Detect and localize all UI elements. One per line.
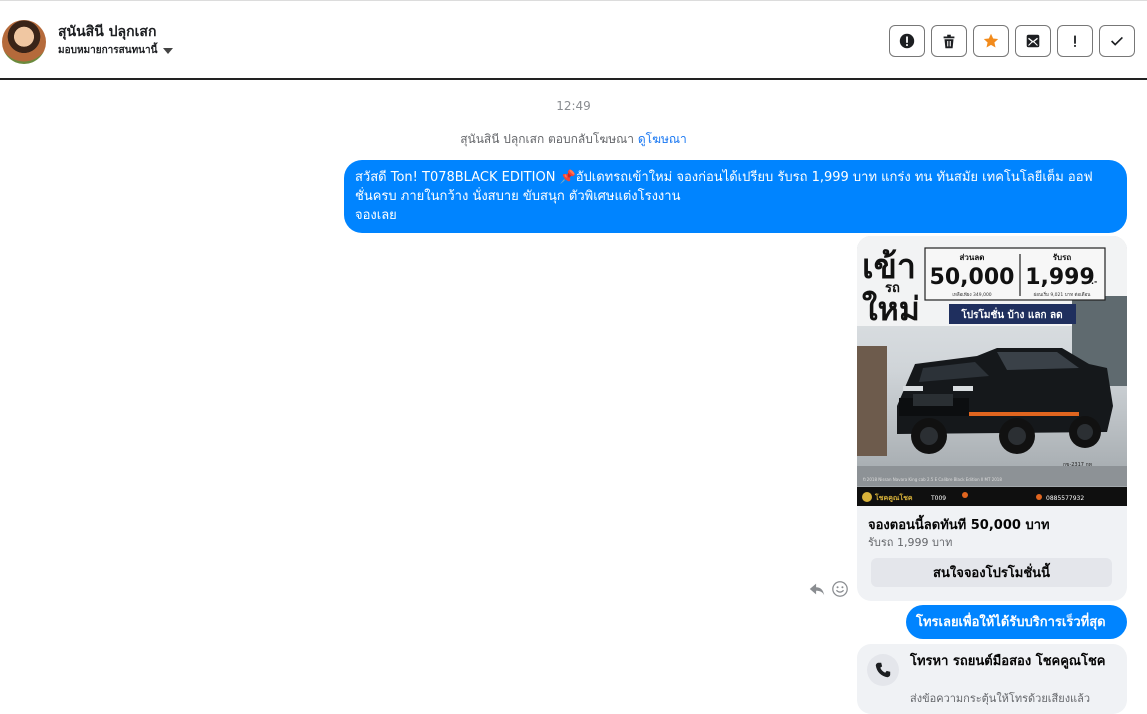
- trash-icon: [943, 34, 955, 49]
- star-icon: [983, 33, 999, 48]
- ad-card-subtitle: รับรถ 1,999 บาท: [868, 536, 953, 549]
- exclamation-icon: [1074, 35, 1076, 47]
- promo-banner: โปรโมชั่น บ้าง แลก ลด: [960, 307, 1062, 321]
- book-promotion-button[interactable]: สนใจจองโปรโมชั่นนี้: [871, 558, 1112, 587]
- spam-button[interactable]: [889, 25, 925, 57]
- pickup-note: ผ่อนเริ่ม 9,021 บาท ต่อเดือน: [1034, 291, 1091, 298]
- message-text: โทรเลยเพื่อให้ได้รับบริการเร็วที่สุด: [916, 614, 1106, 630]
- envelope-icon: [1026, 34, 1040, 48]
- pickup-unit: .-: [1091, 277, 1097, 286]
- ad-reply-note: สุนันสินี ปลุกเสก ตอบกลับโฆษณา ดูโฆษณา: [0, 130, 1147, 149]
- ad-card-title: จองตอนนี้ลดทันที 50,000 บาท: [868, 518, 1050, 533]
- discount-label: ส่วนลด: [960, 253, 985, 262]
- conversation-header: สุนันสินี ปลุกเสก มอบหมายการสนทนานี้: [0, 0, 1147, 80]
- message-line: ชั่นครบ ภายในกว้าง นั่งสบาย ขับสนุก ตัวพ…: [355, 189, 681, 204]
- outgoing-message-bubble: สวัสดี Ton! T078BLACK EDITION 📌อัปเดทรถเ…: [344, 160, 1127, 233]
- call-icon-wrap: [867, 654, 899, 686]
- check-icon: [1111, 36, 1123, 46]
- reply-note-text: สุนันสินี ปลุกเสก ตอบกลับโฆษณา: [460, 132, 635, 146]
- call-card-subtitle: ส่งข้อความกระตุ้นให้โทรด้วยเสียงแล้ว: [910, 692, 1091, 705]
- ad-phone: 0885577932: [1046, 495, 1084, 502]
- ad-card: เข้า รถ ใหม่ ส่วนลด 50,000 เหลือเพียง 34…: [857, 236, 1127, 601]
- pickup-truck-graphic: [897, 348, 1113, 454]
- pickup-label: รับรถ: [1053, 253, 1072, 262]
- caret-down-icon: [163, 47, 174, 54]
- message-line: จองเลย: [355, 208, 397, 223]
- outgoing-message-bubble: โทรเลยเพื่อให้ได้รับบริการเร็วที่สุด: [906, 605, 1127, 639]
- mark-unread-button[interactable]: [1015, 25, 1051, 57]
- call-card-title: โทรหา รถยนต์มือสอง โชคคูณโชค: [910, 654, 1106, 669]
- assign-label: มอบหมายการสนทนานี้: [58, 45, 158, 56]
- ad-code: T009: [930, 495, 946, 502]
- action-toolbar: [889, 25, 1135, 57]
- assign-conversation-dropdown[interactable]: มอบหมายการสนทนานี้: [58, 43, 174, 58]
- reply-icon[interactable]: [808, 580, 826, 598]
- discount-value: 50,000: [930, 265, 1015, 290]
- ad-headline-3: ใหม่: [862, 290, 920, 328]
- done-button[interactable]: [1099, 25, 1135, 57]
- delete-button[interactable]: [931, 25, 967, 57]
- contact-name[interactable]: สุนันสินี ปลุกเสก: [58, 21, 156, 43]
- ad-image[interactable]: เข้า รถ ใหม่ ส่วนลด 50,000 เหลือเพียง 34…: [857, 236, 1127, 506]
- smiley-icon[interactable]: [831, 580, 849, 598]
- plate-tag: กข-2317 กท: [1063, 462, 1092, 468]
- view-ad-link[interactable]: ดูโฆษณา: [638, 132, 687, 146]
- discount-note: เหลือเพียง 349,000: [952, 291, 991, 298]
- pickup-value: 1,999: [1025, 265, 1095, 290]
- star-button[interactable]: [973, 25, 1009, 57]
- message-line: สวัสดี Ton! T078BLACK EDITION 📌อัปเดทรถเ…: [355, 170, 1093, 185]
- phone-icon: [875, 662, 891, 678]
- footer-model: ปี 2018 Nissan Navara King cab 2.5 E Cal…: [862, 477, 1002, 482]
- call-request-card: โทรหา รถยนต์มือสอง โชคคูณโชค ส่งข้อความก…: [857, 644, 1127, 714]
- message-timestamp: 12:49: [556, 99, 591, 113]
- priority-button[interactable]: [1057, 25, 1093, 57]
- ad-brand: โชคคูณโชค: [874, 493, 913, 503]
- ad-image-graphic: เข้า รถ ใหม่ ส่วนลด 50,000 เหลือเพียง 34…: [857, 236, 1127, 506]
- alert-circle-icon: [899, 33, 915, 49]
- avatar[interactable]: [2, 20, 46, 64]
